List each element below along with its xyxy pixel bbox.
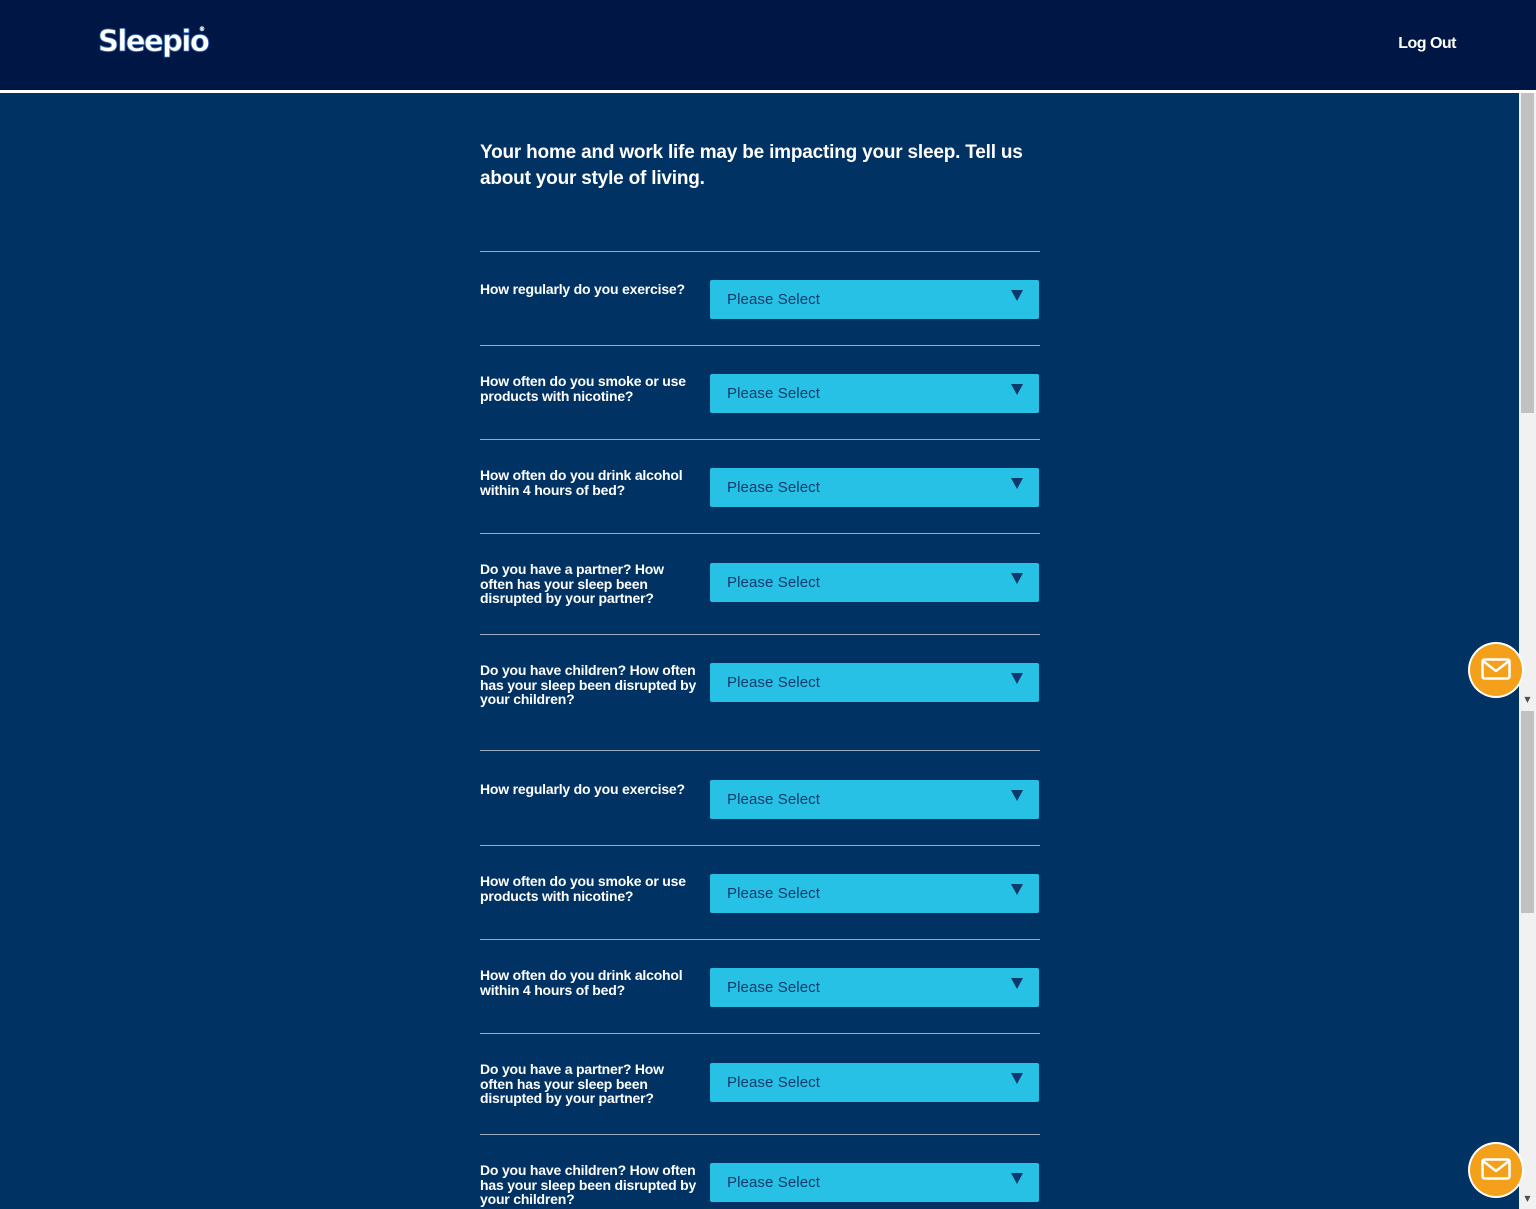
scrollbar-thumb-upper[interactable] <box>1521 93 1534 413</box>
question-label: Do you have a partner? How often has you… <box>480 561 664 606</box>
contact-support-button[interactable] <box>1470 1144 1522 1196</box>
question-label: Do you have a partner? How often has you… <box>480 1061 664 1106</box>
select-value: Please Select <box>727 791 821 808</box>
scrollbar-thumb-lower[interactable] <box>1521 711 1534 913</box>
question-row: How often do you drink alcohol within 4 … <box>480 439 1040 534</box>
chevron-down-icon <box>1011 790 1023 801</box>
chevron-down-icon <box>1011 290 1023 301</box>
answer-select[interactable]: Please Select <box>710 1063 1039 1102</box>
question-label: How often do you drink alcohol within 4 … <box>480 467 683 498</box>
logo-text: Sleepio <box>98 24 210 59</box>
question-label: How often do you drink alcohol within 4 … <box>480 967 683 998</box>
select-value: Please Select <box>727 1174 821 1191</box>
answer-select[interactable]: Please Select <box>710 280 1039 319</box>
chevron-down-icon <box>1011 573 1023 584</box>
chevron-down-icon <box>1011 978 1023 989</box>
chevron-down-icon <box>1011 1073 1023 1084</box>
question-row: How regularly do you exercise? Please Se… <box>480 750 1040 846</box>
chevron-down-icon <box>1011 478 1023 489</box>
question-row: How often do you smoke or use products w… <box>480 845 1040 940</box>
answer-select[interactable]: Please Select <box>710 1163 1039 1202</box>
question-row: Do you have children? How often has your… <box>480 634 1040 751</box>
select-value: Please Select <box>727 885 821 902</box>
question-label: How often do you smoke or use products w… <box>480 873 686 904</box>
select-value: Please Select <box>727 979 821 996</box>
contact-support-button[interactable] <box>1470 644 1522 696</box>
select-value: Please Select <box>727 291 821 308</box>
question-label: How regularly do you exercise? <box>480 781 685 797</box>
question-row: Do you have a partner? How often has you… <box>480 1033 1040 1135</box>
question-row: Do you have a partner? How often has you… <box>480 533 1040 635</box>
answer-select[interactable]: Please Select <box>710 374 1039 413</box>
select-value: Please Select <box>727 479 821 496</box>
answer-select[interactable]: Please Select <box>710 874 1039 913</box>
question-row: How often do you smoke or use products w… <box>480 345 1040 440</box>
scrollbar[interactable]: ▼ ▼ <box>1519 93 1536 1209</box>
answer-select[interactable]: Please Select <box>710 968 1039 1007</box>
question-label: Do you have children? How often has your… <box>480 662 697 707</box>
chevron-down-icon <box>1011 384 1023 395</box>
question-label: How regularly do you exercise? <box>480 281 685 297</box>
scroll-down-arrow-icon[interactable]: ▼ <box>1519 694 1536 706</box>
answer-select[interactable]: Please Select <box>710 563 1039 602</box>
lifestyle-intro: Your home and work life may be impacting… <box>480 140 1040 192</box>
select-value: Please Select <box>727 385 821 402</box>
mail-icon <box>1481 1158 1511 1180</box>
answer-select[interactable]: Please Select <box>710 468 1039 507</box>
chevron-down-icon <box>1011 884 1023 895</box>
logo-trademark: ® <box>199 26 205 33</box>
top-navigation-bar: Sleepio ® Log Out <box>0 0 1536 93</box>
logout-link[interactable]: Log Out <box>1398 35 1456 53</box>
question-label: Do you have children? How often has your… <box>480 1162 697 1207</box>
sleepio-logo[interactable]: Sleepio ® <box>98 24 210 59</box>
chevron-down-icon <box>1011 1173 1023 1184</box>
question-row: How often do you drink alcohol within 4 … <box>480 939 1040 1034</box>
answer-select[interactable]: Please Select <box>710 780 1039 819</box>
scroll-down-arrow-icon[interactable]: ▼ <box>1519 1193 1536 1205</box>
chevron-down-icon <box>1011 673 1023 684</box>
question-row: Do you have children? How often has your… <box>480 1134 1040 1209</box>
answer-select[interactable]: Please Select <box>710 663 1039 702</box>
page-intro-text: Your home and work life may be impacting… <box>480 142 1023 189</box>
mail-icon <box>1481 658 1511 680</box>
select-value: Please Select <box>727 1074 821 1091</box>
question-row: How regularly do you exercise? Please Se… <box>480 251 1040 346</box>
select-value: Please Select <box>727 674 821 691</box>
question-label: How often do you smoke or use products w… <box>480 373 686 404</box>
select-value: Please Select <box>727 574 821 591</box>
